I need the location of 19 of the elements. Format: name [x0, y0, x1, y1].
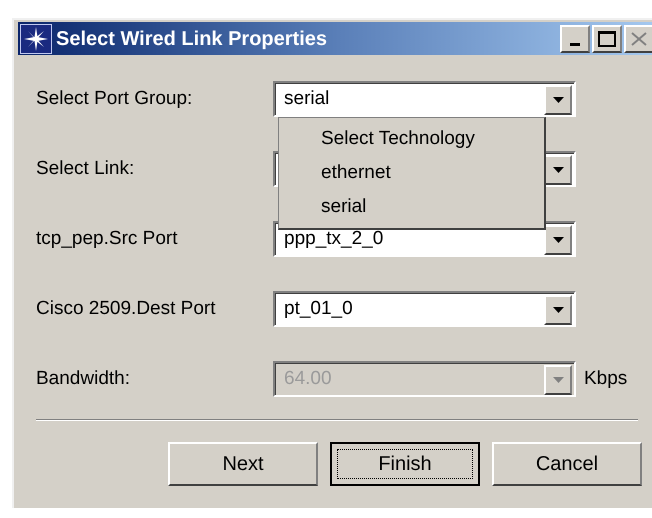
dialog-button[interactable]: Cancel: [492, 442, 642, 486]
dropdown-option[interactable]: ethernet: [279, 156, 544, 190]
combo-value: 64.00: [284, 368, 332, 390]
dialog-button[interactable]: Next: [168, 442, 318, 486]
combo-box[interactable]: pt_01_0: [273, 291, 576, 327]
dialog-button[interactable]: Finish: [330, 442, 480, 486]
field-label: Select Port Group:: [36, 86, 194, 111]
field-label: Bandwidth:: [36, 366, 132, 391]
combo-box[interactable]: serial: [273, 81, 576, 117]
field-label: tcp_pep.Src Port: [36, 226, 179, 251]
combo-value: serial: [284, 88, 330, 110]
window-title: Select Wired Link Properties: [56, 26, 328, 52]
unit-label: Kbps: [584, 366, 628, 391]
dropdown-option[interactable]: serial: [279, 190, 544, 224]
field-label: Select Link:: [36, 156, 136, 181]
combo-value: ppp_tx_2_0: [284, 228, 384, 250]
dropdown-option[interactable]: Select Technology: [279, 122, 544, 156]
field-label: Cisco 2509.Dest Port: [36, 296, 217, 321]
combo-value: pt_01_0: [284, 298, 353, 320]
